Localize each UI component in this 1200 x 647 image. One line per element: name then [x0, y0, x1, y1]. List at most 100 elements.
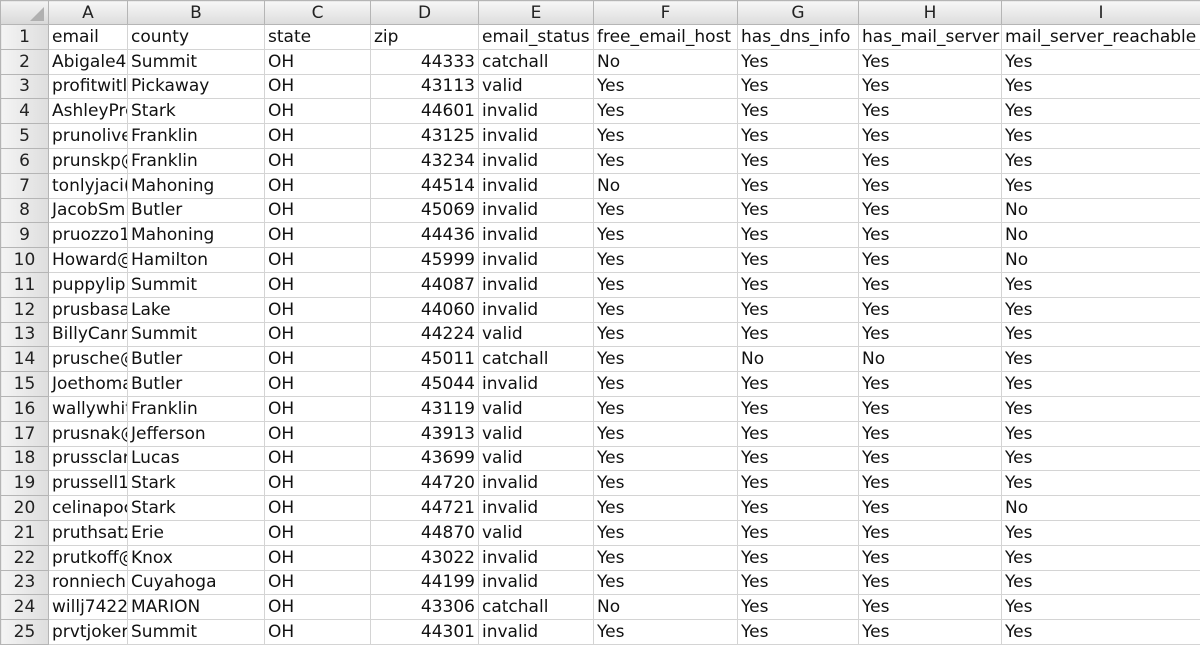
cell[interactable]: No — [1001, 247, 1200, 273]
cell[interactable]: catchall — [478, 346, 594, 373]
cell[interactable]: Franklin — [127, 123, 265, 149]
cell[interactable]: Yes — [1001, 48, 1200, 75]
cell[interactable]: Yes — [858, 98, 1002, 125]
cell[interactable]: No — [1001, 222, 1200, 249]
cell[interactable]: Yes — [737, 98, 859, 125]
cell[interactable]: No — [593, 594, 738, 621]
cell[interactable]: Yes — [1001, 147, 1200, 174]
cell[interactable]: 44224 — [370, 321, 479, 348]
cell[interactable]: Yes — [737, 147, 859, 174]
row-header[interactable]: 9 — [0, 222, 49, 249]
cell[interactable]: Yes — [737, 247, 859, 273]
row-header[interactable]: 2 — [0, 48, 49, 75]
cell[interactable]: OH — [264, 271, 371, 298]
cell[interactable]: 44199 — [370, 569, 479, 596]
cell[interactable]: Yes — [593, 271, 738, 298]
cell[interactable]: catchall — [478, 594, 594, 621]
cell[interactable]: MARION — [127, 594, 265, 621]
cell[interactable]: zip — [370, 24, 479, 50]
cell[interactable]: Yes — [737, 544, 859, 571]
cell[interactable]: 44087 — [370, 271, 479, 298]
cell[interactable]: 44870 — [370, 519, 479, 546]
cell[interactable]: prusbasa — [48, 296, 128, 323]
cell[interactable]: 43125 — [370, 123, 479, 149]
cell[interactable]: Yes — [593, 296, 738, 323]
row-header[interactable]: 16 — [0, 395, 49, 422]
cell[interactable]: Knox — [127, 544, 265, 571]
cell[interactable]: Butler — [127, 346, 265, 373]
cell[interactable]: 43913 — [370, 420, 479, 447]
cell[interactable]: 44721 — [370, 495, 479, 521]
cell[interactable]: valid — [478, 519, 594, 546]
row-header[interactable]: 20 — [0, 495, 49, 521]
cell[interactable]: Mahoning — [127, 222, 265, 249]
cell[interactable]: Lucas — [127, 445, 265, 472]
cell[interactable]: OH — [264, 222, 371, 249]
cell[interactable]: pruozzo1 — [48, 222, 128, 249]
cell[interactable]: Yes — [737, 197, 859, 224]
cell[interactable]: Yes — [858, 123, 1002, 149]
cell[interactable]: OH — [264, 321, 371, 348]
cell[interactable]: No — [593, 48, 738, 75]
cell[interactable]: No — [593, 172, 738, 199]
cell[interactable]: Yes — [858, 197, 1002, 224]
row-header[interactable]: 10 — [0, 247, 49, 273]
cell[interactable]: Yes — [1001, 123, 1200, 149]
cell[interactable]: invalid — [478, 172, 594, 199]
cell[interactable]: Cuyahoga — [127, 569, 265, 596]
cell[interactable]: No — [1001, 495, 1200, 521]
cell[interactable]: 44720 — [370, 470, 479, 497]
cell[interactable]: OH — [264, 544, 371, 571]
cell[interactable]: Yes — [1001, 321, 1200, 348]
cell[interactable]: 45044 — [370, 371, 479, 397]
cell[interactable]: OH — [264, 395, 371, 422]
cell[interactable]: No — [1001, 197, 1200, 224]
cell[interactable]: Yes — [858, 445, 1002, 472]
cell[interactable]: Yes — [593, 445, 738, 472]
cell[interactable]: OH — [264, 247, 371, 273]
cell[interactable]: Butler — [127, 197, 265, 224]
cell[interactable]: Yes — [593, 73, 738, 100]
cell[interactable]: invalid — [478, 296, 594, 323]
cell[interactable]: pruthsatz — [48, 519, 128, 546]
cell[interactable]: Yes — [593, 619, 738, 645]
cell[interactable]: Yes — [593, 247, 738, 273]
cell[interactable]: Yes — [858, 420, 1002, 447]
cell[interactable]: Erie — [127, 519, 265, 546]
cell[interactable]: free_email_host — [593, 24, 738, 50]
cell[interactable]: Yes — [858, 172, 1002, 199]
cell[interactable]: Yes — [737, 296, 859, 323]
column-header-c[interactable]: C — [264, 0, 371, 25]
cell[interactable]: Yes — [593, 222, 738, 249]
cell[interactable]: Yes — [858, 470, 1002, 497]
cell[interactable]: Yes — [1001, 420, 1200, 447]
row-header[interactable]: 17 — [0, 420, 49, 447]
cell[interactable]: Summit — [127, 321, 265, 348]
cell[interactable]: Yes — [858, 371, 1002, 397]
row-header[interactable]: 4 — [0, 98, 49, 125]
cell[interactable]: Yes — [737, 495, 859, 521]
cell[interactable]: has_mail_server — [858, 24, 1002, 50]
cell[interactable]: Yes — [1001, 594, 1200, 621]
cell[interactable]: Yes — [858, 519, 1002, 546]
row-header[interactable]: 13 — [0, 321, 49, 348]
cell[interactable]: OH — [264, 371, 371, 397]
cell[interactable]: invalid — [478, 495, 594, 521]
cell[interactable]: OH — [264, 147, 371, 174]
cell[interactable]: Yes — [1001, 395, 1200, 422]
cell[interactable]: Yes — [858, 147, 1002, 174]
cell[interactable]: prusnak@ — [48, 420, 128, 447]
cell[interactable]: 44301 — [370, 619, 479, 645]
cell[interactable]: AshleyPrc — [48, 98, 128, 125]
cell[interactable]: Butler — [127, 371, 265, 397]
cell[interactable]: Yes — [737, 321, 859, 348]
cell[interactable]: Yes — [1001, 544, 1200, 571]
cell[interactable]: Yes — [593, 197, 738, 224]
column-header-g[interactable]: G — [737, 0, 859, 25]
cell[interactable]: Yes — [737, 619, 859, 645]
cell[interactable]: Yes — [737, 271, 859, 298]
cell[interactable]: OH — [264, 73, 371, 100]
row-header[interactable]: 25 — [0, 619, 49, 645]
cell[interactable]: 44514 — [370, 172, 479, 199]
row-header[interactable]: 3 — [0, 73, 49, 100]
